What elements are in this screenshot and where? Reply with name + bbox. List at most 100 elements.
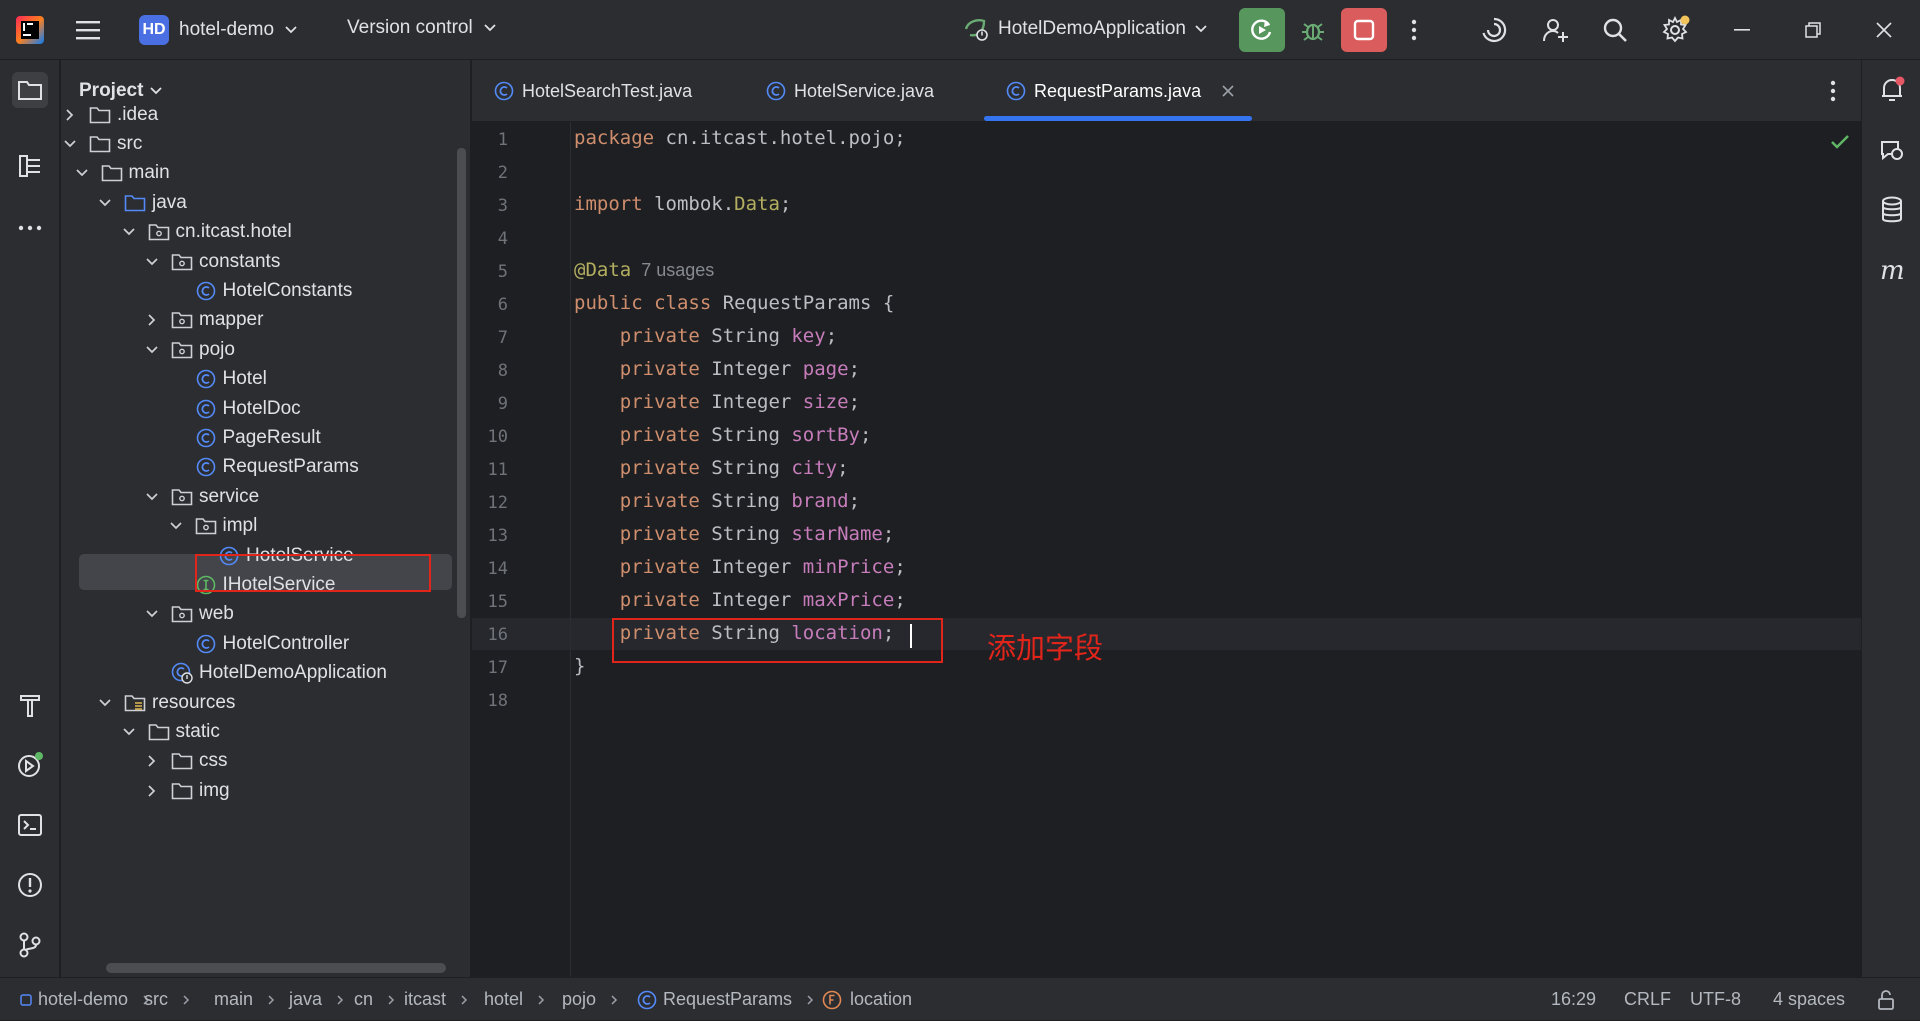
- line-separator[interactable]: CRLF: [1624, 978, 1671, 1021]
- more-options-icon[interactable]: [1396, 12, 1432, 48]
- tree-item[interactable]: HotelConstants: [61, 276, 456, 305]
- tree-item[interactable]: HotelController: [61, 629, 456, 658]
- ai-chat-icon[interactable]: [1874, 132, 1910, 168]
- tree-item[interactable]: static: [61, 717, 456, 746]
- debug-icon[interactable]: [1295, 12, 1331, 48]
- breadcrumb-item[interactable]: main: [214, 978, 275, 1021]
- project-selector[interactable]: HD hotel-demo: [139, 15, 298, 45]
- tree-item[interactable]: Hotel: [61, 365, 456, 394]
- tree-item[interactable]: resources: [61, 688, 456, 717]
- intellij-logo-icon[interactable]: [14, 14, 46, 46]
- restore-window-icon[interactable]: [1795, 12, 1831, 48]
- tree-item[interactable]: web: [61, 600, 456, 629]
- ai-assistant-icon[interactable]: [1476, 12, 1512, 48]
- version-control-menu[interactable]: Version control: [347, 17, 497, 39]
- tree-item[interactable]: RequestParams: [61, 453, 456, 482]
- terminal-icon[interactable]: [12, 807, 48, 843]
- run-config-selector[interactable]: HotelDemoApplication: [962, 15, 1208, 43]
- tree-item[interactable]: HotelDemoApplication: [61, 659, 456, 688]
- chevron-down-icon[interactable]: [120, 223, 138, 241]
- chevron-down-icon[interactable]: [61, 135, 79, 153]
- close-tab-icon[interactable]: [1221, 84, 1235, 98]
- usages-hint[interactable]: 7 usages: [631, 260, 714, 280]
- read-only-lock-icon[interactable]: [1876, 978, 1896, 1021]
- project-panel-header[interactable]: Project: [79, 80, 163, 102]
- maven-icon[interactable]: m: [1874, 252, 1910, 288]
- tree-item[interactable]: cn.itcast.hotel: [61, 218, 456, 247]
- breadcrumb-item[interactable]: pojo: [562, 978, 618, 1021]
- active-tab-indicator: [984, 116, 1252, 121]
- tree-item[interactable]: src: [61, 129, 456, 158]
- code-editor[interactable]: [472, 122, 1861, 977]
- tab-hotel-service[interactable]: HotelService.java: [744, 60, 956, 122]
- chevron-right-icon[interactable]: [143, 311, 161, 329]
- breadcrumb-item[interactable]: itcast: [404, 978, 468, 1021]
- breadcrumb-item[interactable]: hotel: [484, 978, 545, 1021]
- tree-item[interactable]: mapper: [61, 306, 456, 335]
- horizontal-scrollbar[interactable]: [106, 963, 446, 973]
- chevron-down-icon[interactable]: [73, 164, 91, 182]
- notifications-bell-icon[interactable]: [1874, 72, 1910, 108]
- breadcrumb-item[interactable]: src: [144, 978, 190, 1021]
- tree-item[interactable]: java: [61, 188, 456, 217]
- tree-item-label: HotelDemoApplication: [199, 662, 387, 684]
- chevron-down-icon[interactable]: [143, 341, 161, 359]
- breadcrumb-item[interactable]: RequestParams: [637, 978, 814, 1021]
- tree-item[interactable]: service: [61, 482, 456, 511]
- chevron-down-icon[interactable]: [143, 605, 161, 623]
- tree-item[interactable]: HotelDoc: [61, 394, 456, 423]
- tab-request-params[interactable]: RequestParams.java: [984, 60, 1257, 122]
- tree-item[interactable]: img: [61, 776, 456, 805]
- search-icon[interactable]: [1597, 12, 1633, 48]
- tree-item[interactable]: .idea: [61, 100, 456, 129]
- tree-item[interactable]: main: [61, 159, 456, 188]
- chevron-down-icon[interactable]: [96, 694, 114, 712]
- chevron-right-icon[interactable]: [61, 106, 79, 124]
- more-tools-icon[interactable]: [12, 210, 48, 246]
- tree-item[interactable]: pojo: [61, 335, 456, 364]
- code-token: lombok.: [654, 193, 735, 215]
- database-icon[interactable]: [1874, 192, 1910, 228]
- no-problems-check-icon[interactable]: [1830, 134, 1850, 150]
- vertical-scrollbar[interactable]: [457, 148, 466, 618]
- cursor-position[interactable]: 16:29: [1551, 978, 1596, 1021]
- file-encoding[interactable]: UTF-8: [1690, 978, 1741, 1021]
- breadcrumb-item[interactable]: hotel-demo: [20, 978, 150, 1021]
- code-token: ;: [894, 556, 906, 578]
- tree-item[interactable]: css: [61, 747, 456, 776]
- code-with-me-icon[interactable]: [1537, 12, 1573, 48]
- breadcrumb-item[interactable]: java: [289, 978, 344, 1021]
- tab-options-icon[interactable]: [1830, 80, 1836, 102]
- chevron-down-icon[interactable]: [96, 194, 114, 212]
- chevron-down-icon[interactable]: [143, 253, 161, 271]
- stop-button[interactable]: [1341, 8, 1387, 52]
- git-branch-icon[interactable]: [12, 927, 48, 963]
- rerun-button[interactable]: [1239, 8, 1285, 52]
- breadcrumb-item[interactable]: location: [822, 978, 912, 1021]
- breadcrumb-item[interactable]: cn: [354, 978, 395, 1021]
- chevron-right-icon[interactable]: [143, 782, 161, 800]
- tree-item[interactable]: impl: [61, 512, 456, 541]
- tree-item[interactable]: PageResult: [61, 423, 456, 452]
- problems-icon[interactable]: [12, 867, 48, 903]
- module-icon: [20, 993, 32, 1006]
- code-token: maxPrice: [802, 589, 895, 611]
- tab-hotel-search-test[interactable]: HotelSearchTest.java: [472, 60, 714, 122]
- chevron-right-icon[interactable]: [143, 752, 161, 770]
- services-icon[interactable]: [12, 747, 48, 783]
- chevron-down-icon[interactable]: [120, 723, 138, 741]
- settings-gear-icon[interactable]: [1657, 12, 1693, 48]
- main-menu-icon[interactable]: [70, 12, 106, 48]
- build-hammer-icon[interactable]: [12, 687, 48, 723]
- structure-icon[interactable]: [12, 148, 48, 184]
- minimize-icon[interactable]: [1725, 12, 1761, 48]
- tab-label: RequestParams.java: [1034, 80, 1202, 101]
- tree-item[interactable]: constants: [61, 247, 456, 276]
- chevron-down-icon[interactable]: [143, 488, 161, 506]
- code-line: private Integer page;: [574, 358, 860, 380]
- code-token: private: [574, 589, 712, 611]
- chevron-down-icon[interactable]: [167, 517, 185, 535]
- close-window-icon[interactable]: [1866, 12, 1902, 48]
- project-folder-icon[interactable]: [12, 72, 48, 108]
- indent-setting[interactable]: 4 spaces: [1773, 978, 1845, 1021]
